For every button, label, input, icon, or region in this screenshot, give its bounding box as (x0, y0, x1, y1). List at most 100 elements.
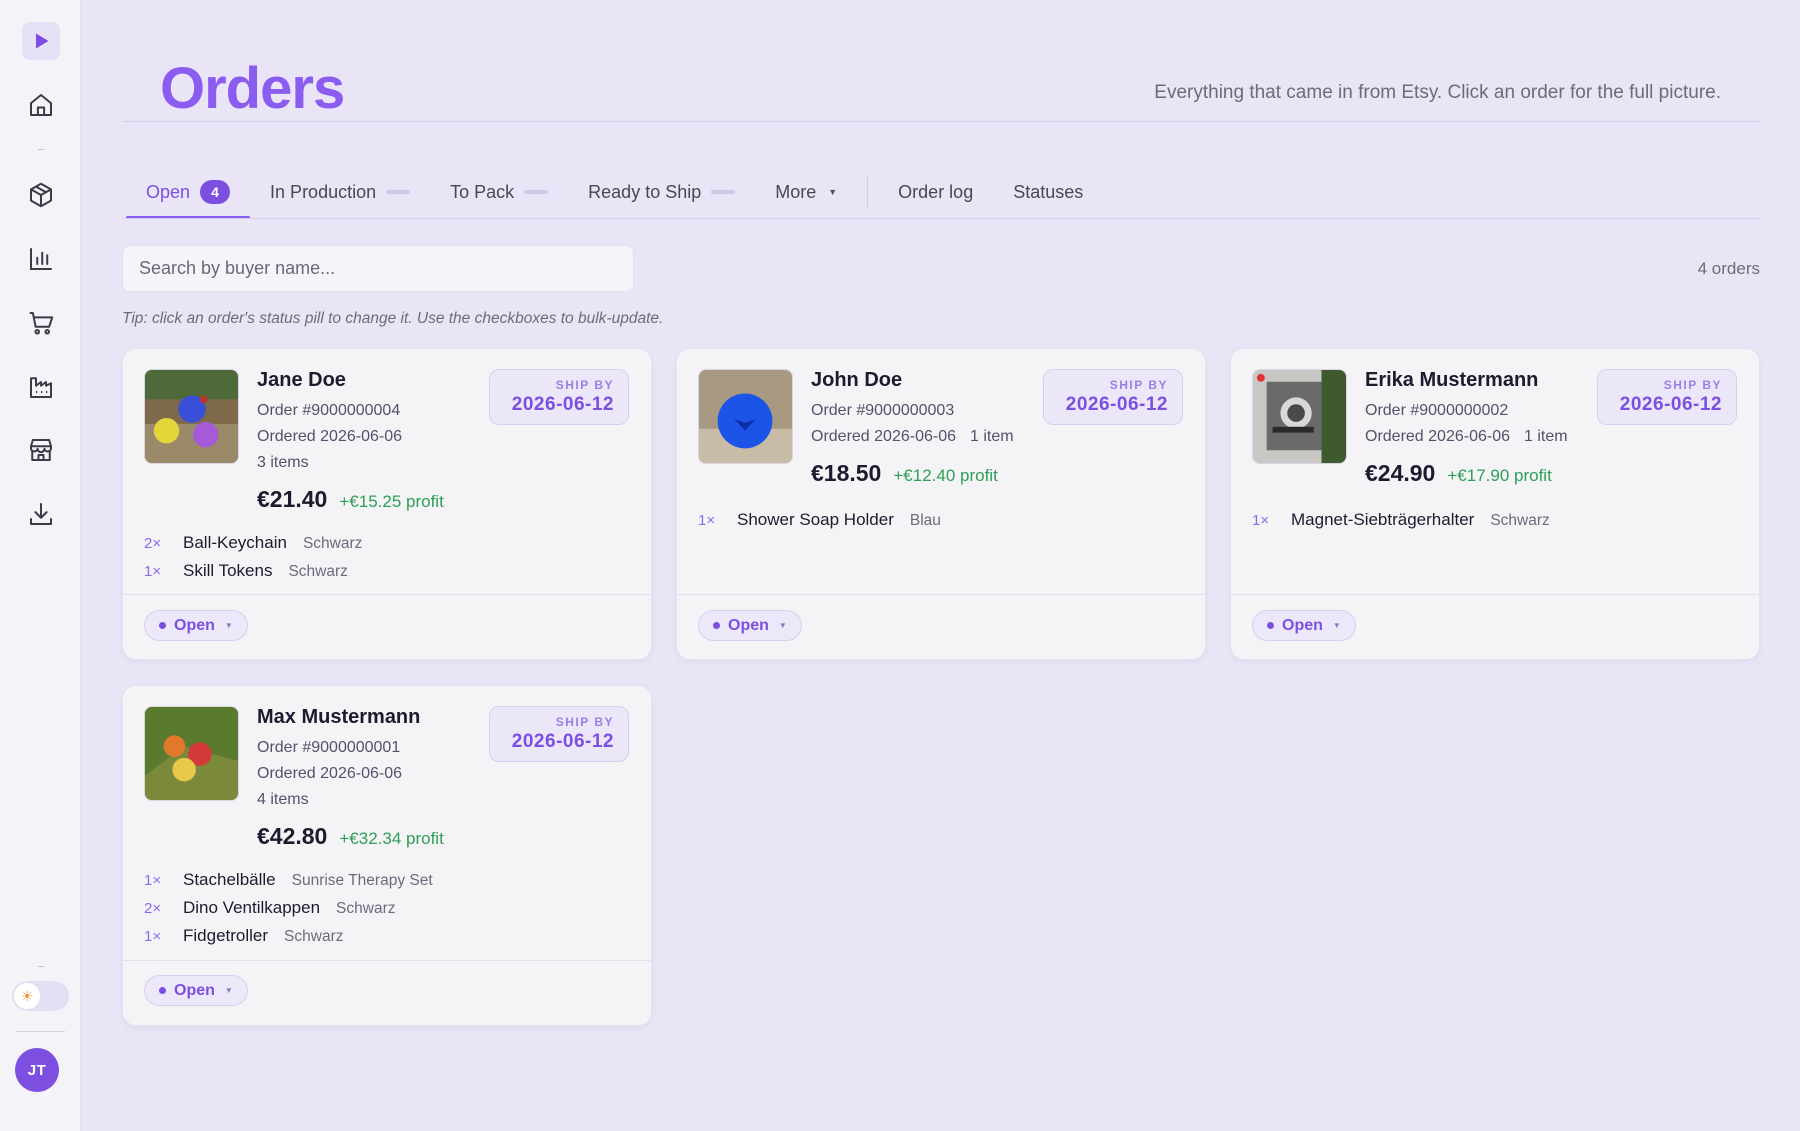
line-items: 2× Ball-Keychain Schwarz 1× Skill Tokens… (144, 533, 362, 589)
tab-open[interactable]: Open 4 (126, 172, 251, 219)
sidebar-separator (38, 966, 44, 967)
buyer-name: Jane Doe (257, 369, 346, 391)
tab-order-log[interactable]: Order log (878, 172, 993, 212)
buyer-name: Erika Mustermann (1365, 369, 1539, 391)
order-date: Ordered 2026-06-06 (257, 765, 402, 782)
ship-by-badge: SHIP BY 2026-06-12 (1043, 369, 1183, 425)
item-count: 1 item (969, 428, 1014, 445)
item-name: Magnet-Siebträgerhalter (1291, 510, 1475, 529)
home-icon[interactable] (20, 84, 61, 125)
status-label: Open (174, 981, 215, 999)
order-number: Order #9000000001 (257, 739, 401, 756)
order-count: 4 orders (1697, 259, 1760, 278)
download-icon[interactable] (20, 493, 61, 534)
line-item: 2× Ball-Keychain Schwarz (144, 533, 362, 561)
order-price: €21.40 (257, 486, 328, 512)
tab-label: Statuses (1013, 181, 1084, 202)
tab-label: More (775, 181, 817, 202)
status-pill[interactable]: Open ▼ (144, 975, 248, 1006)
store-icon[interactable] (20, 429, 61, 470)
ship-by-date: 2026-06-12 (1065, 394, 1168, 415)
sun-icon: ☀ (14, 983, 40, 1009)
tab-more-dropdown[interactable]: More ▼ (755, 172, 857, 212)
order-card[interactable]: Max Mustermann Order #9000000001 Ordered… (122, 685, 652, 1026)
product-thumbnail (144, 369, 239, 464)
ship-by-date: 2026-06-12 (1619, 394, 1722, 415)
ship-by-label: SHIP BY (1109, 378, 1168, 392)
order-info: Max Mustermann Order #9000000001 Ordered… (257, 706, 444, 850)
item-name: Skill Tokens (183, 561, 273, 580)
status-pill[interactable]: Open ▼ (1252, 610, 1356, 641)
line-items: 1× Stachelbälle Sunrise Therapy Set 2× D… (144, 870, 433, 954)
tab-in-production[interactable]: In Production (250, 172, 430, 212)
order-profit: +€15.25 profit (339, 492, 444, 511)
item-variant: Schwarz (1490, 512, 1550, 529)
item-qty: 2× (144, 535, 162, 552)
status-label: Open (728, 616, 769, 634)
line-item: 1× Magnet-Siebträgerhalter Schwarz (1252, 510, 1550, 538)
play-icon[interactable] (22, 22, 60, 60)
caret-down-icon: ▼ (224, 986, 233, 995)
order-number: Order #9000000003 (811, 402, 955, 419)
item-variant: Sunrise Therapy Set (291, 872, 433, 889)
caret-down-icon: ▼ (828, 187, 838, 197)
order-date: Ordered 2026-06-06 (811, 428, 956, 445)
order-info: Erika Mustermann Order #9000000002 Order… (1365, 369, 1568, 487)
line-item: 1× Skill Tokens Schwarz (144, 561, 362, 589)
order-card[interactable]: Erika Mustermann Order #9000000002 Order… (1230, 348, 1760, 660)
package-icon[interactable] (20, 174, 61, 215)
page-title: Orders (160, 56, 345, 121)
ship-by-date: 2026-06-12 (511, 394, 614, 415)
order-number: Order #9000000002 (1365, 402, 1509, 419)
theme-toggle[interactable]: ☀ (12, 981, 69, 1011)
tab-statuses[interactable]: Statuses (993, 172, 1103, 212)
ship-by-label: SHIP BY (1663, 378, 1722, 392)
status-label: Open (174, 616, 215, 634)
bar-chart-icon[interactable] (20, 238, 61, 279)
order-price: €24.90 (1365, 460, 1436, 486)
order-card[interactable]: John Doe Order #9000000003 Ordered 2026-… (676, 348, 1206, 660)
tab-empty-indicator (386, 190, 411, 194)
status-pill[interactable]: Open ▼ (698, 610, 802, 641)
tab-ready-to-ship[interactable]: Ready to Ship (568, 172, 755, 212)
cart-icon[interactable] (20, 302, 61, 343)
card-footer (677, 594, 1205, 595)
line-item: 1× Stachelbälle Sunrise Therapy Set (144, 870, 433, 898)
tab-label: Ready to Ship (588, 181, 702, 202)
line-items: 1× Magnet-Siebträgerhalter Schwarz (1252, 510, 1550, 538)
avatar[interactable]: JT (15, 1048, 59, 1092)
tabs-divider (122, 218, 1760, 219)
status-dot (1267, 622, 1274, 629)
card-footer (123, 960, 651, 961)
order-price: €18.50 (811, 460, 882, 486)
item-variant: Schwarz (336, 900, 396, 917)
product-thumbnail (1252, 369, 1347, 464)
item-count: 1 item (1523, 428, 1568, 445)
order-number: Order #9000000004 (257, 402, 401, 419)
ship-by-badge: SHIP BY 2026-06-12 (1597, 369, 1737, 425)
caret-down-icon: ▼ (224, 621, 233, 630)
sidebar-divider (16, 1031, 65, 1032)
product-thumbnail (144, 706, 239, 801)
factory-icon[interactable] (20, 366, 61, 407)
order-date: Ordered 2026-06-06 (257, 428, 402, 445)
item-name: Dino Ventilkappen (183, 898, 321, 917)
tab-label: In Production (270, 181, 377, 202)
tab-label: Open (146, 181, 191, 202)
ship-by-label: SHIP BY (555, 378, 614, 392)
ship-by-badge: SHIP BY 2026-06-12 (489, 369, 629, 425)
item-name: Shower Soap Holder (737, 510, 894, 529)
item-count: 3 items (257, 454, 309, 471)
search-input[interactable] (122, 245, 634, 292)
line-items: 1× Shower Soap Holder Blau (698, 510, 941, 538)
line-item: 1× Fidgetroller Schwarz (144, 926, 433, 954)
tip-text: Tip: click an order's status pill to cha… (122, 310, 664, 327)
caret-down-icon: ▼ (1332, 621, 1341, 630)
tab-empty-indicator (711, 190, 736, 194)
tab-empty-indicator (524, 190, 549, 194)
status-dot (159, 622, 166, 629)
order-card[interactable]: Jane Doe Order #9000000004 Ordered 2026-… (122, 348, 652, 660)
ship-by-badge: SHIP BY 2026-06-12 (489, 706, 629, 762)
tab-to-pack[interactable]: To Pack (430, 172, 568, 212)
status-pill[interactable]: Open ▼ (144, 610, 248, 641)
